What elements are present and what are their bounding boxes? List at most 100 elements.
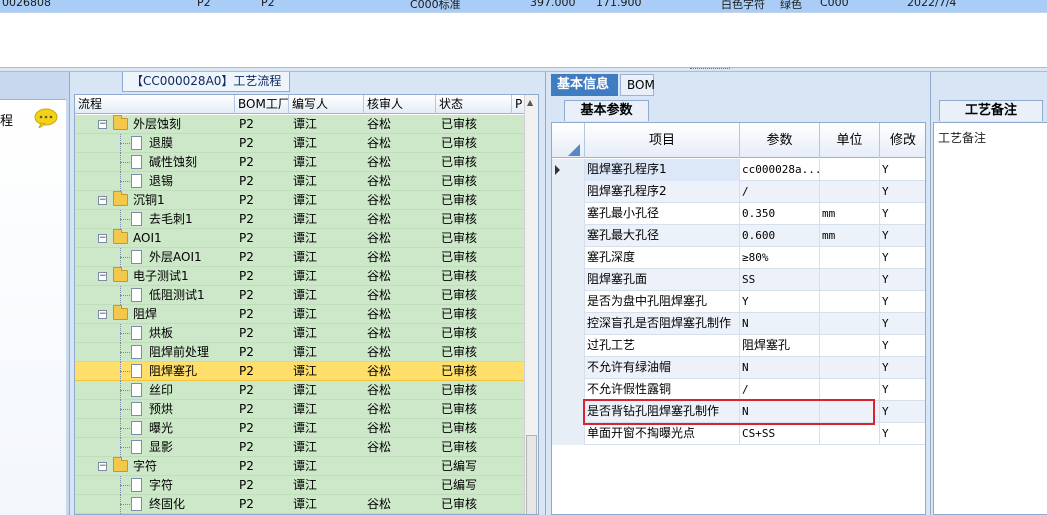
row-selector[interactable] [552, 181, 585, 203]
parameter-modify-flag[interactable]: Y [880, 423, 925, 445]
row-selector[interactable] [552, 401, 585, 423]
collapse-toggle-icon[interactable]: − [98, 234, 107, 243]
parameter-value-field[interactable]: 阻焊塞孔 [740, 335, 820, 357]
parameter-value-field[interactable]: cc000028a... [740, 159, 820, 181]
row-selector[interactable] [552, 291, 585, 313]
parameter-row[interactable]: 塞孔深度 ≥80% Y [552, 247, 925, 269]
process-tree-row[interactable]: − 电子测试1 P2 谭江 谷松 已审核 [75, 267, 525, 286]
tab-process-notes[interactable]: 工艺备注 [939, 100, 1043, 121]
parameter-row[interactable]: 塞孔最大孔径 0.600 mm Y [552, 225, 925, 247]
parameter-grid[interactable]: 项目 参数 单位 修改 阻焊塞孔程序1 cc000028a... Y 阻焊塞孔程序2/… [551, 122, 926, 515]
parameter-modify-flag[interactable]: Y [880, 335, 925, 357]
process-tree-row[interactable]: 阻焊前处理 P2 谭江 谷松 已审核 [75, 343, 525, 362]
process-tree-row[interactable]: 字符 P2 谭江 已编写 [75, 476, 525, 495]
parameter-value-field[interactable]: ≥80% [740, 247, 820, 269]
parameter-modify-flag[interactable]: Y [880, 181, 925, 203]
parameter-modify-flag[interactable]: Y [880, 401, 925, 423]
scroll-up-icon[interactable]: ▲ [527, 98, 533, 107]
process-tree-row[interactable]: 曝光 P2 谭江 谷松 已审核 [75, 419, 525, 438]
col-header-value[interactable]: 参数 [740, 123, 820, 158]
parameter-row[interactable]: 控深盲孔是否阻焊塞孔制作 N Y [552, 313, 925, 335]
parameter-row[interactable]: 阻焊塞孔程序1 cc000028a... Y [552, 159, 925, 181]
process-tree-row[interactable]: 丝印 P2 谭江 谷松 已审核 [75, 381, 525, 400]
col-header-status[interactable]: 状态 [436, 95, 512, 114]
process-tree-row[interactable]: 阻焊塞孔 P2 谭江 谷松 已审核 [75, 362, 525, 381]
parameter-modify-flag[interactable]: Y [880, 291, 925, 313]
row-selector[interactable] [552, 269, 585, 291]
parameter-value-field[interactable]: / [740, 181, 820, 203]
parameter-value-field[interactable]: Y [740, 291, 820, 313]
parameter-row[interactable]: 单面开窗不掏曝光点 CS+SS Y [552, 423, 925, 445]
parameter-modify-flag[interactable]: Y [880, 159, 925, 181]
process-author: 谭江 [293, 136, 318, 150]
row-selector[interactable] [552, 225, 585, 247]
parameter-modify-flag[interactable]: Y [880, 357, 925, 379]
parameter-value-field[interactable]: N [740, 357, 820, 379]
chat-bubble-icon[interactable] [34, 108, 58, 128]
col-header-bom-factory[interactable]: BOM工厂 [235, 95, 289, 114]
parameter-row[interactable]: 过孔工艺 阻焊塞孔 Y [552, 335, 925, 357]
process-tree-row[interactable]: 去毛刺1 P2 谭江 谷松 已审核 [75, 210, 525, 229]
process-tree-row[interactable]: − 外层蚀刻 P2 谭江 谷松 已审核 [75, 115, 525, 134]
process-tree-row[interactable]: 预烘 P2 谭江 谷松 已审核 [75, 400, 525, 419]
process-tree-grid[interactable]: 流程 BOM工厂 编写人 核审人 状态 P − 外层蚀刻 P2 谭江 谷松 已审核 退膜 P2… [74, 94, 539, 515]
process-tree-row[interactable]: 终固化 P2 谭江 谷松 已审核 [75, 495, 525, 514]
col-header-modify[interactable]: 修改 [880, 123, 925, 158]
col-header-flow[interactable]: 流程 [75, 95, 235, 114]
parameter-row[interactable]: 阻焊塞孔程序2/ Y [552, 181, 925, 203]
process-tree-row[interactable]: 碱性蚀刻 P2 谭江 谷松 已审核 [75, 153, 525, 172]
row-selector[interactable] [552, 423, 585, 445]
tab-basic-info[interactable]: 基本信息 [551, 74, 618, 96]
parameter-row[interactable]: 阻焊塞孔面 SS Y [552, 269, 925, 291]
process-tree-row[interactable]: 退锡 P2 谭江 谷松 已审核 [75, 172, 525, 191]
row-selector[interactable] [552, 335, 585, 357]
tree-scroll-thumb[interactable] [526, 435, 537, 514]
process-tree-row[interactable]: 显影 P2 谭江 谷松 已审核 [75, 438, 525, 457]
parameter-row[interactable]: 不允许有绿油帽 N Y [552, 357, 925, 379]
process-tree-row[interactable]: 退膜 P2 谭江 谷松 已审核 [75, 134, 525, 153]
process-notes-body[interactable]: 工艺备注 [933, 122, 1047, 515]
parameter-modify-flag[interactable]: Y [880, 225, 925, 247]
process-tree-row[interactable]: − 阻焊 P2 谭江 谷松 已审核 [75, 305, 525, 324]
process-tree-row[interactable]: − 沉铜1 P2 谭江 谷松 已审核 [75, 191, 525, 210]
process-tree-row[interactable]: 烘板 P2 谭江 谷松 已审核 [75, 324, 525, 343]
parameter-value-field[interactable]: CS+SS [740, 423, 820, 445]
col-header-unit[interactable]: 单位 [820, 123, 880, 158]
col-header-author[interactable]: 编写人 [289, 95, 364, 114]
row-selector[interactable] [552, 379, 585, 401]
parameter-value-field[interactable]: N [740, 313, 820, 335]
row-selector[interactable] [552, 247, 585, 269]
parameter-row[interactable]: 不允许假性露铜 / Y [552, 379, 925, 401]
parameter-row[interactable]: 塞孔最小孔径 0.350 mm Y [552, 203, 925, 225]
tab-basic-params[interactable]: 基本参数 [564, 100, 649, 121]
parameter-value-field[interactable]: 0.350 [740, 203, 820, 225]
process-tree-row[interactable]: − AOI1 P2 谭江 谷松 已审核 [75, 229, 525, 248]
top-grid-row[interactable]: 0026808 P2 P2 C000标准 397.000 171.900 白色字… [0, 0, 1047, 12]
collapse-toggle-icon[interactable]: − [98, 272, 107, 281]
parameter-modify-flag[interactable]: Y [880, 313, 925, 335]
collapse-toggle-icon[interactable]: − [98, 462, 107, 471]
parameter-modify-flag[interactable]: Y [880, 203, 925, 225]
parameter-value-field[interactable]: / [740, 379, 820, 401]
process-tree-row[interactable]: 低阻测试1 P2 谭江 谷松 已审核 [75, 286, 525, 305]
parameter-value-field[interactable]: SS [740, 269, 820, 291]
splitter-grip-icon[interactable] [690, 68, 730, 71]
col-header-reviewer[interactable]: 核审人 [364, 95, 436, 114]
process-tree-row[interactable]: 外层AOI1 P2 谭江 谷松 已审核 [75, 248, 525, 267]
parameter-modify-flag[interactable]: Y [880, 269, 925, 291]
tree-vertical-scrollbar[interactable]: ▲ [524, 95, 538, 514]
row-selector[interactable] [552, 313, 585, 335]
row-selector[interactable] [552, 357, 585, 379]
collapse-toggle-icon[interactable]: − [98, 310, 107, 319]
collapse-toggle-icon[interactable]: − [98, 120, 107, 129]
tab-bom[interactable]: BOM [620, 74, 655, 96]
col-header-item[interactable]: 项目 [585, 123, 740, 158]
parameter-modify-flag[interactable]: Y [880, 379, 925, 401]
row-selector[interactable] [552, 203, 585, 225]
collapse-toggle-icon[interactable]: − [98, 196, 107, 205]
parameter-modify-flag[interactable]: Y [880, 247, 925, 269]
parameter-row[interactable]: 是否为盘中孔阻焊塞孔 Y Y [552, 291, 925, 313]
parameter-value-field[interactable]: 0.600 [740, 225, 820, 247]
row-selector[interactable] [552, 159, 585, 181]
process-tree-row[interactable]: − 字符 P2 谭江 已编写 [75, 457, 525, 476]
